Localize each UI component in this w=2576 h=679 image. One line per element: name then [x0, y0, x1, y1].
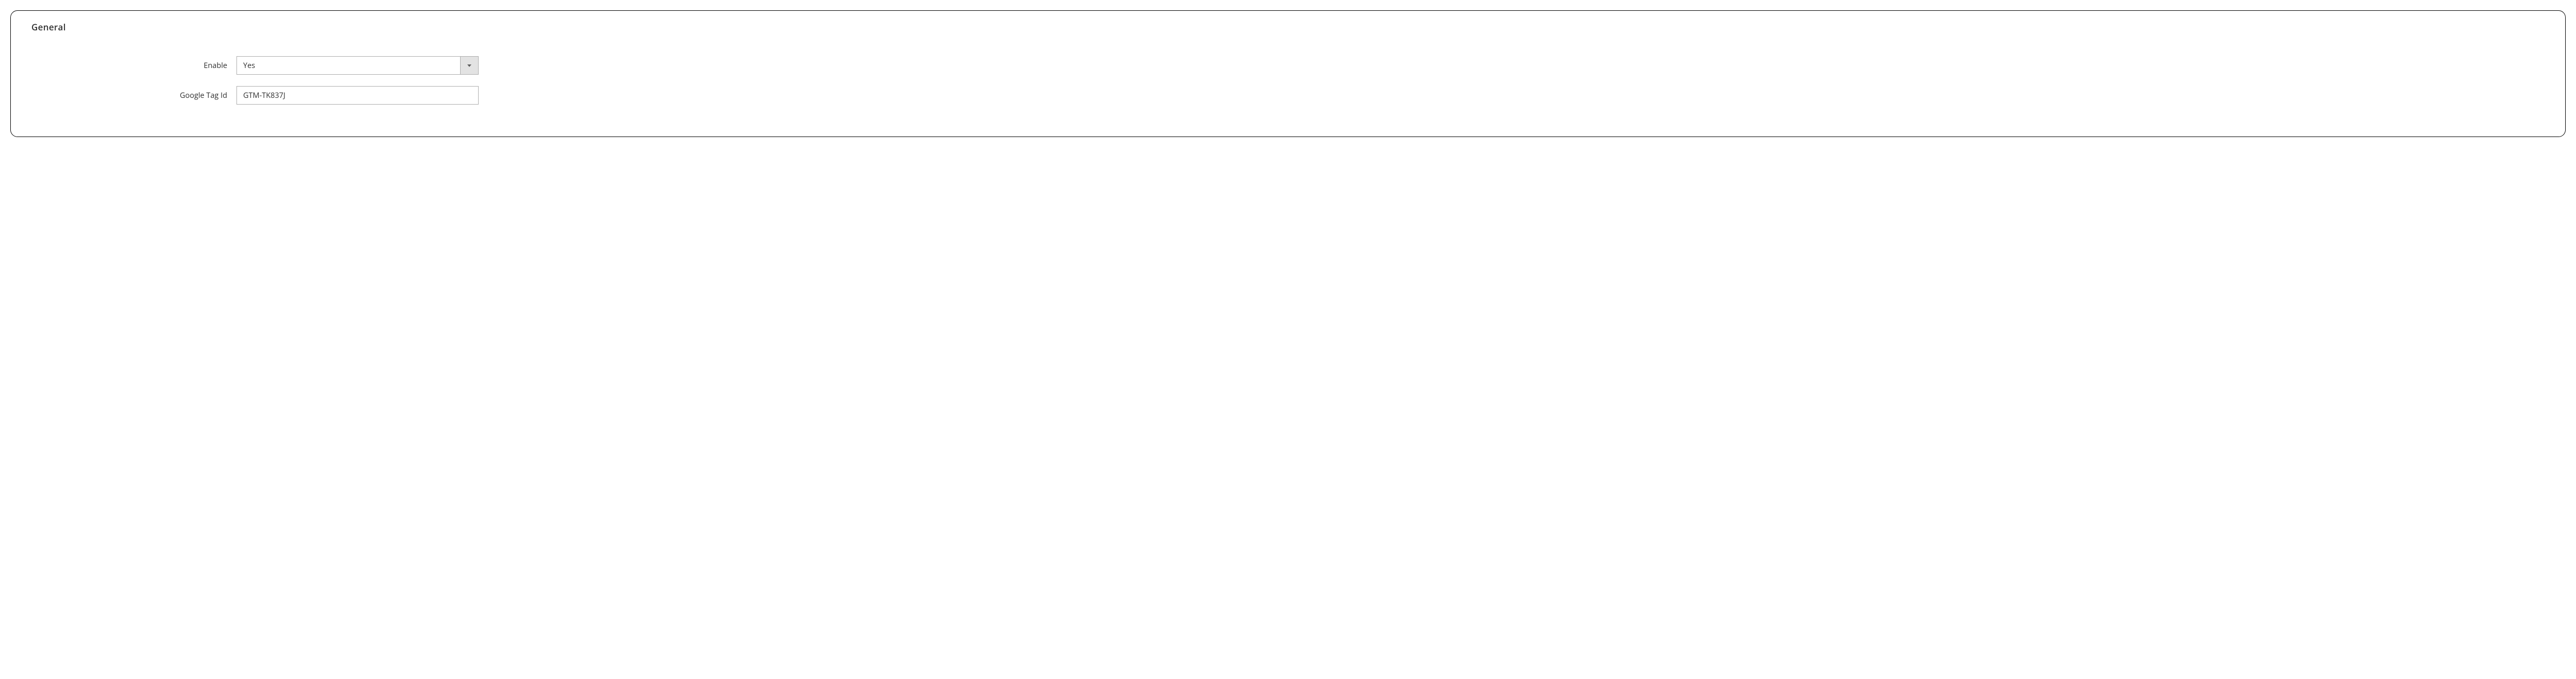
enable-row: Enable Yes: [31, 56, 2545, 75]
enable-label: Enable: [31, 61, 227, 71]
general-section: General Enable Yes Google Tag Id: [10, 10, 2566, 137]
google-tag-id-label: Google Tag Id: [31, 91, 227, 100]
enable-select[interactable]: Yes: [236, 56, 479, 75]
enable-select-value[interactable]: Yes: [236, 56, 460, 75]
chevron-down-icon[interactable]: [460, 56, 479, 75]
google-tag-id-row: Google Tag Id: [31, 86, 2545, 105]
google-tag-id-input[interactable]: [236, 86, 479, 105]
section-title: General: [31, 21, 2545, 33]
